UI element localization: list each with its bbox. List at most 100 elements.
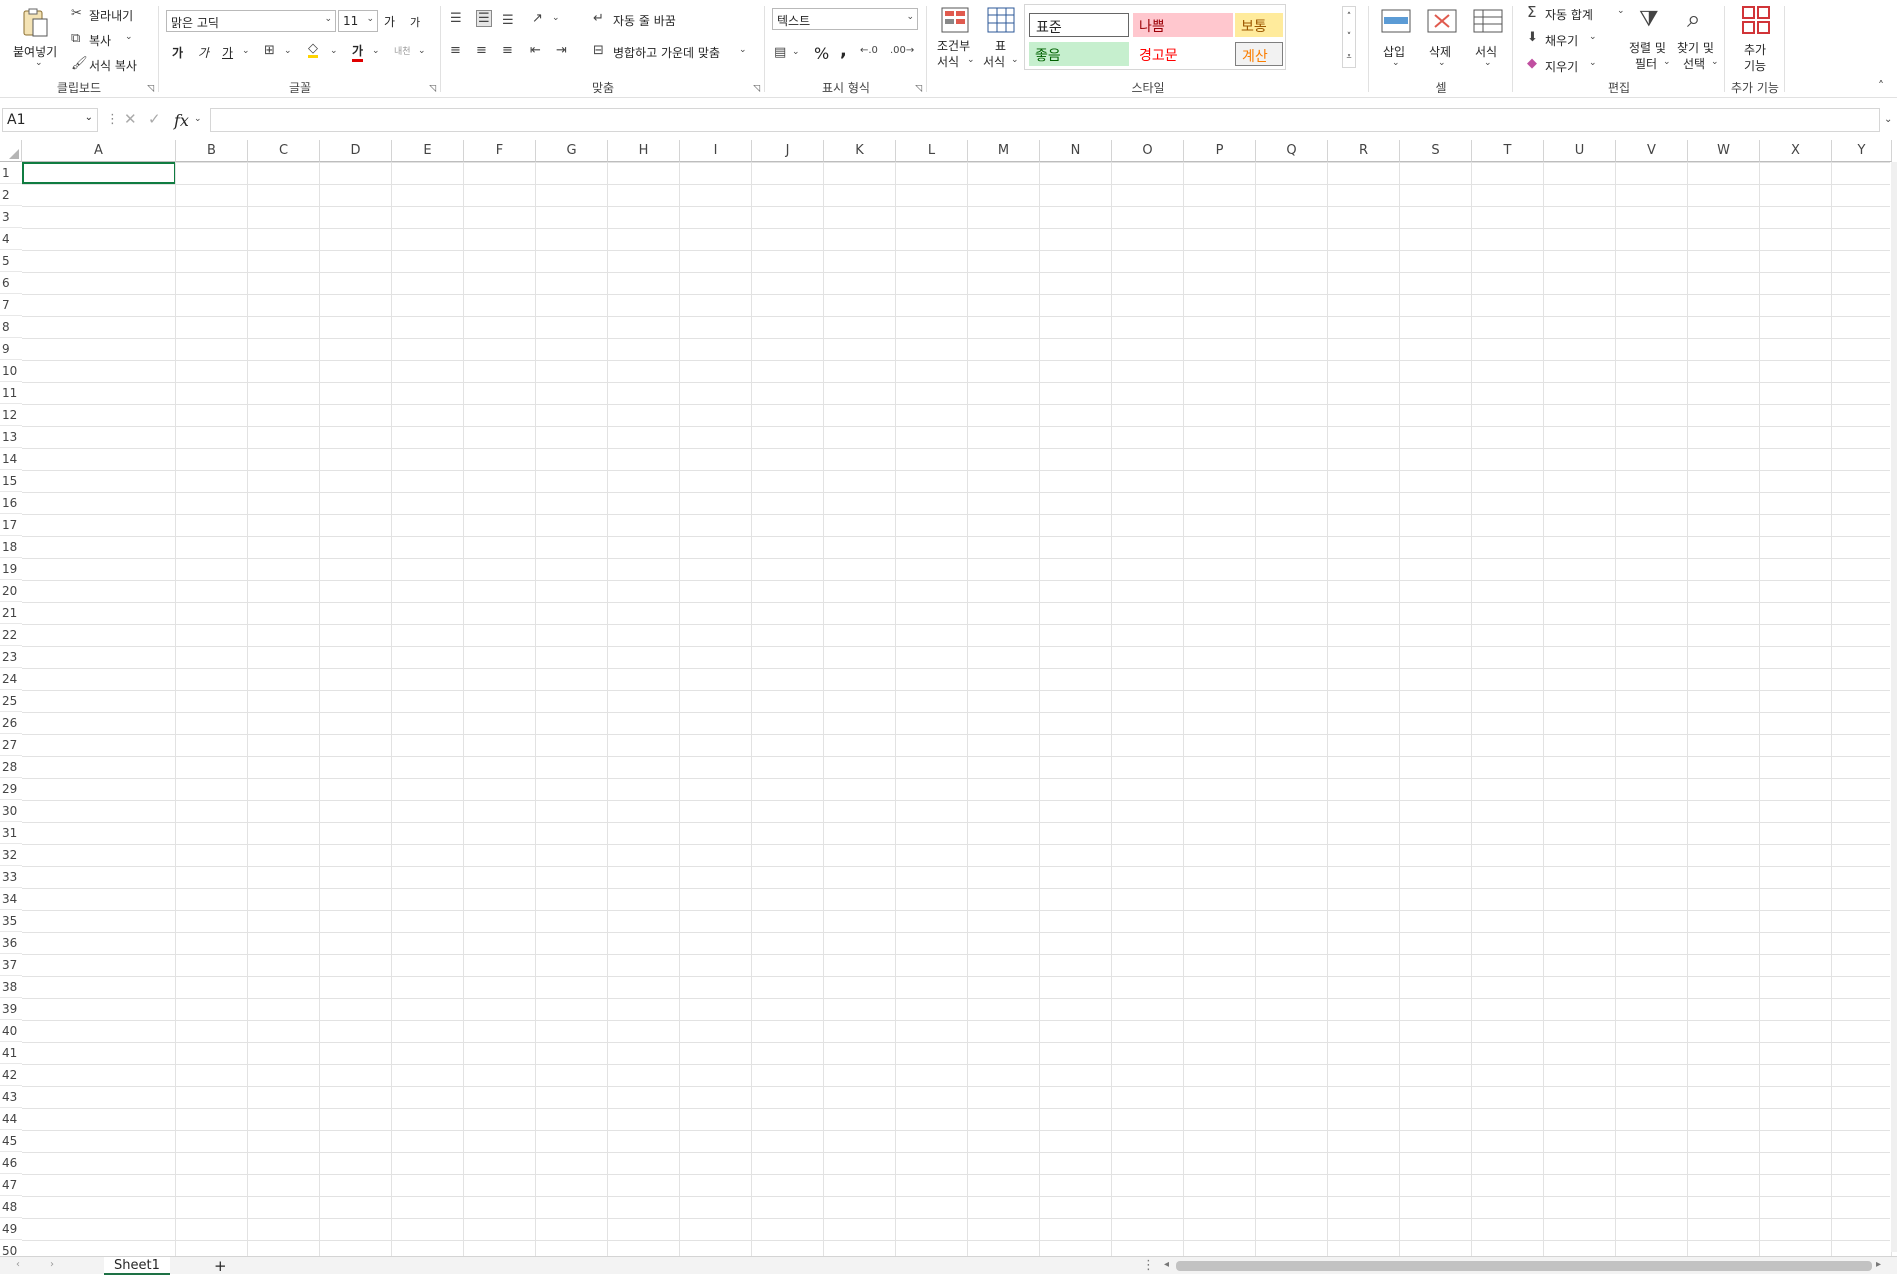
column-header[interactable]: D bbox=[320, 140, 392, 162]
shrink-font-button[interactable]: 가 bbox=[410, 14, 420, 30]
find-select-button[interactable]: ⌕ 찾기 및 선택 ⌄ bbox=[1674, 2, 1722, 72]
chevron-down-icon[interactable]: ⌄ bbox=[372, 47, 380, 56]
style-bad[interactable]: 나쁨 bbox=[1133, 13, 1233, 37]
row-header[interactable]: 31 bbox=[0, 822, 22, 844]
chevron-down-icon[interactable]: ⌄ bbox=[739, 46, 747, 55]
increase-decimal-icon[interactable]: ←.0 bbox=[860, 46, 878, 56]
align-top-icon[interactable]: ☰ bbox=[450, 12, 462, 25]
style-neutral[interactable]: 보통 bbox=[1235, 13, 1283, 37]
chevron-down-icon[interactable]: ⌄ bbox=[85, 112, 93, 123]
row-header[interactable]: 25 bbox=[0, 690, 22, 712]
row-header[interactable]: 32 bbox=[0, 844, 22, 866]
row-header[interactable]: 33 bbox=[0, 866, 22, 888]
style-normal[interactable]: 표준 bbox=[1029, 13, 1129, 37]
chevron-left-icon[interactable]: ‹ bbox=[16, 1260, 20, 1270]
row-header[interactable]: 7 bbox=[0, 294, 22, 316]
bold-button[interactable]: 가 bbox=[172, 44, 183, 61]
horizontal-scrollbar-thumb[interactable] bbox=[1176, 1261, 1872, 1271]
column-header[interactable]: Q bbox=[1256, 140, 1328, 162]
wrap-text-button[interactable]: ↵ 자동 줄 바꿈 bbox=[590, 8, 700, 30]
dialog-launcher-icon[interactable]: ◹ bbox=[147, 84, 154, 94]
autosum-button[interactable]: Σ 자동 합계 ⌄ bbox=[1526, 2, 1626, 23]
column-header[interactable]: N bbox=[1040, 140, 1112, 162]
chevron-down-icon[interactable]: ⌄ bbox=[330, 47, 338, 56]
row-header[interactable]: 3 bbox=[0, 206, 22, 228]
collapse-ribbon-icon[interactable]: ˄ bbox=[1878, 80, 1884, 92]
column-header[interactable]: A bbox=[22, 140, 176, 162]
expand-formula-bar-icon[interactable]: ⌄ bbox=[1884, 115, 1892, 125]
percent-button[interactable]: % bbox=[814, 44, 829, 63]
select-all-button[interactable] bbox=[0, 140, 22, 162]
currency-icon[interactable]: ▤ bbox=[774, 46, 786, 59]
active-cell[interactable] bbox=[22, 162, 176, 184]
format-painter-button[interactable]: 🖌 서식 복사 bbox=[68, 54, 152, 74]
align-left-icon[interactable]: ≡ bbox=[450, 44, 461, 57]
row-header[interactable]: 47 bbox=[0, 1174, 22, 1196]
orientation-icon[interactable]: ↗ bbox=[532, 12, 543, 25]
gallery-scroll[interactable]: ˄ ˅ ⩡ bbox=[1342, 6, 1356, 68]
row-header[interactable]: 8 bbox=[0, 316, 22, 338]
style-warning[interactable]: 경고문 bbox=[1133, 42, 1233, 66]
font-size-select[interactable]: 11 ⌄ bbox=[338, 10, 378, 32]
row-header[interactable]: 24 bbox=[0, 668, 22, 690]
phonetic-button[interactable]: 내천 bbox=[394, 44, 411, 57]
increase-indent-icon[interactable]: ⇥ bbox=[556, 44, 567, 57]
row-header[interactable]: 15 bbox=[0, 470, 22, 492]
chevron-left-icon[interactable]: ◂ bbox=[1164, 1260, 1169, 1270]
column-header[interactable]: P bbox=[1184, 140, 1256, 162]
column-header[interactable]: J bbox=[752, 140, 824, 162]
row-header[interactable]: 23 bbox=[0, 646, 22, 668]
column-header[interactable]: G bbox=[536, 140, 608, 162]
row-header[interactable]: 17 bbox=[0, 514, 22, 536]
chevron-down-icon[interactable]: ⌄ bbox=[552, 14, 560, 23]
align-center-icon[interactable]: ≡ bbox=[476, 44, 487, 57]
column-header[interactable]: I bbox=[680, 140, 752, 162]
font-name-select[interactable]: 맑은 고딕 ⌄ bbox=[166, 10, 336, 32]
style-calculation[interactable]: 계산 bbox=[1235, 42, 1283, 66]
chevron-down-icon[interactable]: ⌄ bbox=[284, 47, 292, 56]
row-header[interactable]: 19 bbox=[0, 558, 22, 580]
column-header[interactable]: F bbox=[464, 140, 536, 162]
gallery-expand-icon[interactable]: ⩡ bbox=[1343, 47, 1355, 67]
fill-color-icon[interactable]: ◇ bbox=[308, 42, 318, 58]
row-header[interactable]: 26 bbox=[0, 712, 22, 734]
name-box[interactable]: A1 ⌄ bbox=[2, 108, 98, 132]
column-header[interactable]: O bbox=[1112, 140, 1184, 162]
row-header[interactable]: 37 bbox=[0, 954, 22, 976]
underline-button[interactable]: 가 bbox=[222, 44, 233, 61]
row-header[interactable]: 27 bbox=[0, 734, 22, 756]
vertical-scrollbar[interactable] bbox=[1891, 162, 1897, 1252]
column-header[interactable]: T bbox=[1472, 140, 1544, 162]
row-header[interactable]: 39 bbox=[0, 998, 22, 1020]
check-icon[interactable]: ✓ bbox=[148, 112, 161, 127]
column-header[interactable]: S bbox=[1400, 140, 1472, 162]
row-header[interactable]: 10 bbox=[0, 360, 22, 382]
row-header[interactable]: 12 bbox=[0, 404, 22, 426]
fill-button[interactable]: ⬇ 채우기 ⌄ bbox=[1526, 28, 1606, 48]
dialog-launcher-icon[interactable]: ◹ bbox=[915, 84, 922, 94]
format-as-table-button[interactable]: 표 서식 ⌄ bbox=[978, 4, 1022, 74]
cancel-icon[interactable]: ✕ bbox=[124, 112, 137, 127]
clear-button[interactable]: ◆ 지우기 ⌄ bbox=[1526, 54, 1606, 74]
more-options-icon[interactable]: ⋮ bbox=[1142, 1259, 1155, 1272]
conditional-format-button[interactable]: 조건부 서식 ⌄ bbox=[932, 4, 976, 74]
column-header[interactable]: K bbox=[824, 140, 896, 162]
cut-button[interactable]: ✂ 잘라내기 bbox=[68, 4, 148, 24]
column-header[interactable]: C bbox=[248, 140, 320, 162]
row-header[interactable]: 18 bbox=[0, 536, 22, 558]
row-header[interactable]: 36 bbox=[0, 932, 22, 954]
row-header[interactable]: 43 bbox=[0, 1086, 22, 1108]
chevron-up-icon[interactable]: ˄ bbox=[1343, 7, 1355, 27]
column-header[interactable]: L bbox=[896, 140, 968, 162]
row-header[interactable]: 44 bbox=[0, 1108, 22, 1130]
column-header[interactable]: W bbox=[1688, 140, 1760, 162]
column-header[interactable]: H bbox=[608, 140, 680, 162]
row-header[interactable]: 49 bbox=[0, 1218, 22, 1240]
row-header[interactable]: 9 bbox=[0, 338, 22, 360]
row-header[interactable]: 4 bbox=[0, 228, 22, 250]
insert-button[interactable]: 삽입 ⌄ bbox=[1374, 4, 1416, 72]
chevron-right-icon[interactable]: › bbox=[50, 1260, 54, 1270]
paste-button[interactable]: 붙여넣기 ⌄ bbox=[8, 4, 60, 70]
column-header[interactable]: M bbox=[968, 140, 1040, 162]
align-right-icon[interactable]: ≡ bbox=[502, 44, 513, 57]
